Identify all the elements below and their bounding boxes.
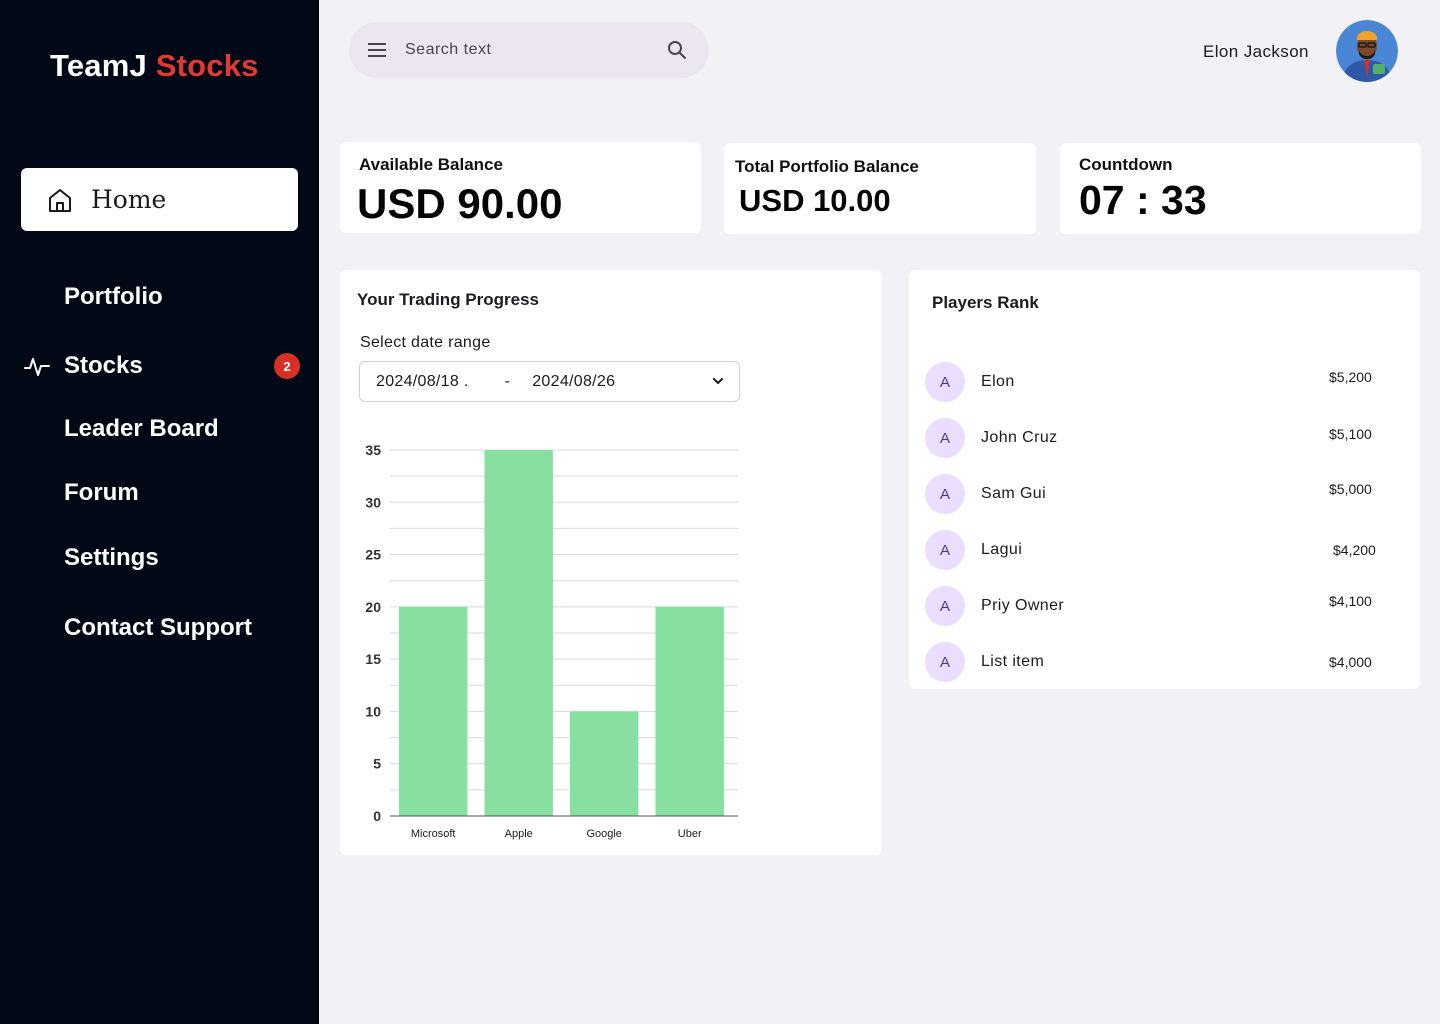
sidebar-item-leader-board[interactable]: Leader Board (64, 415, 219, 443)
search-icon[interactable] (665, 38, 689, 62)
player-avatar: A (925, 642, 965, 682)
portfolio-balance-card: Total Portfolio Balance USD 10.00 (724, 143, 1036, 234)
bar-chart: 0 5 10 15 20 25 30 35 Microsoft Apple Google Uber (365, 442, 738, 840)
player-name: John Cruz (981, 429, 1058, 446)
player-name: Elon (981, 373, 1015, 390)
player-amount: $4,200 (1333, 542, 1376, 558)
list-item[interactable]: A Priy Owner $4,100 (925, 586, 1395, 626)
brand-accent: Stocks (155, 48, 259, 83)
avatar[interactable] (1336, 20, 1398, 82)
date-end: 2024/08/26 (532, 372, 616, 390)
available-balance-title: Available Balance (359, 155, 503, 174)
list-item[interactable]: A Lagui $4,200 (925, 530, 1395, 570)
y-tick-label: 25 (365, 547, 381, 563)
x-tick-label: Uber (678, 828, 702, 840)
player-amount: $4,000 (1329, 654, 1372, 670)
countdown-card: Countdown 07 : 33 (1060, 143, 1421, 234)
y-tick-label: 30 (365, 494, 381, 510)
date-start: 2024/08/18 . (376, 372, 469, 390)
player-amount: $5,200 (1329, 369, 1372, 385)
countdown-title: Countdown (1079, 155, 1173, 174)
x-tick-label: Microsoft (411, 828, 456, 840)
x-tick-label: Apple (505, 828, 533, 840)
x-tick-label: Google (586, 828, 621, 840)
sidebar-item-contact-support[interactable]: Contact Support (64, 614, 252, 642)
sidebar-item-portfolio[interactable]: Portfolio (64, 283, 163, 311)
list-item[interactable]: A Sam Gui $5,000 (925, 474, 1395, 514)
player-amount: $5,100 (1329, 426, 1372, 442)
portfolio-balance-value: USD 10.00 (739, 183, 891, 218)
sidebar-item-forum[interactable]: Forum (64, 479, 139, 507)
search-input[interactable] (405, 41, 655, 59)
available-balance-card: Available Balance USD 90.00 (340, 142, 701, 233)
menu-icon[interactable] (365, 38, 389, 62)
player-avatar: A (925, 586, 965, 626)
player-avatar: A (925, 362, 965, 402)
player-avatar: A (925, 418, 965, 458)
bar (399, 606, 468, 816)
list-item[interactable]: A List item $4,000 (925, 642, 1395, 682)
date-range-select[interactable]: 2024/08/18 . - 2024/08/26 (359, 361, 740, 402)
countdown-value: 07 : 33 (1079, 177, 1207, 223)
available-balance-value: USD 90.00 (357, 180, 563, 227)
player-avatar: A (925, 530, 965, 570)
user-name: Elon Jackson (1203, 42, 1309, 61)
chevron-down-icon (713, 378, 723, 384)
search-bar (349, 22, 709, 78)
bar (484, 450, 553, 816)
y-tick-label: 0 (373, 808, 381, 824)
sidebar: TeamJ Stocks Home Portfolio Stocks 2 Lea… (0, 0, 319, 1024)
player-name: Priy Owner (981, 597, 1065, 614)
players-rank-title: Players Rank (932, 293, 1039, 312)
date-range-label: Select date range (360, 334, 491, 351)
player-name: Sam Gui (981, 485, 1047, 502)
date-separator: - (504, 372, 511, 390)
y-tick-label: 20 (365, 599, 381, 615)
bar (570, 711, 639, 816)
trading-progress-card: Your Trading Progress Select date range … (340, 270, 882, 855)
list-item[interactable]: A John Cruz $5,100 (925, 418, 1395, 458)
home-icon (45, 185, 75, 215)
portfolio-balance-title: Total Portfolio Balance (735, 157, 919, 176)
sidebar-item-home[interactable]: Home (21, 168, 298, 231)
notification-badge: 2 (274, 353, 300, 379)
player-name: Lagui (981, 541, 1023, 558)
brand-logo[interactable]: TeamJ Stocks (50, 48, 259, 84)
player-name: List item (981, 653, 1045, 670)
player-avatar: A (925, 474, 965, 514)
y-tick-label: 15 (365, 651, 381, 667)
sidebar-item-label: Home (91, 185, 167, 214)
y-tick-label: 35 (365, 442, 381, 458)
y-tick-label: 5 (373, 756, 381, 772)
brand-name: TeamJ (50, 48, 147, 83)
players-rank-card: Players Rank A Elon $5,200 A John Cruz $… (909, 270, 1420, 689)
sidebar-item-settings[interactable]: Settings (64, 544, 159, 572)
list-item[interactable]: A Elon $5,200 (925, 362, 1395, 402)
trading-progress-title: Your Trading Progress (357, 290, 540, 309)
activity-icon (24, 356, 50, 378)
y-tick-label: 10 (365, 703, 381, 719)
player-amount: $4,100 (1329, 593, 1372, 609)
player-amount: $5,000 (1329, 481, 1372, 497)
bar (655, 606, 724, 816)
sidebar-item-stocks[interactable]: Stocks (64, 352, 143, 380)
